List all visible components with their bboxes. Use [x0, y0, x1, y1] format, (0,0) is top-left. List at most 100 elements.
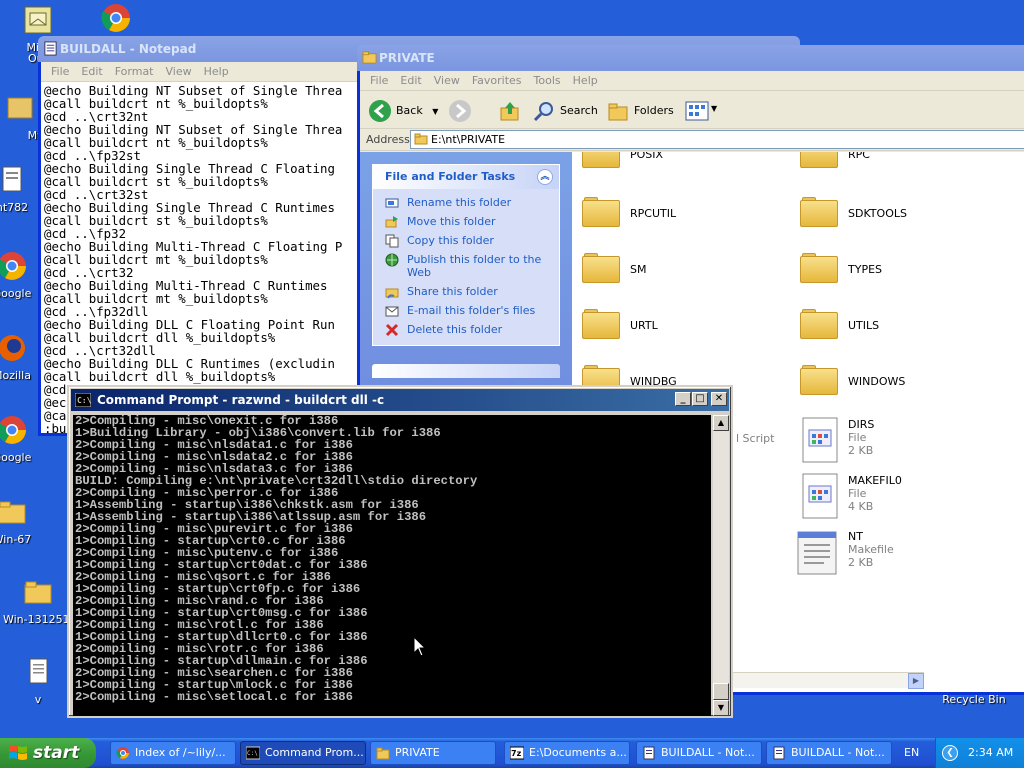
forward-arrow-icon[interactable]: [448, 99, 472, 123]
folder-item[interactable]: SDKTOOLS: [800, 197, 960, 237]
explorer-menubar: File Edit View Favorites Tools Help: [360, 71, 1024, 91]
file-item-makefil0[interactable]: MAKEFIL0 File 4 KB: [800, 472, 960, 522]
rename-icon: [385, 198, 399, 208]
menu-view[interactable]: View: [160, 65, 198, 78]
taskbar-item-label: BUILDALL - Not...: [791, 746, 885, 759]
menu-view[interactable]: View: [428, 74, 466, 87]
close-button[interactable]: ✕: [711, 392, 727, 406]
console-line: 2>Compiling - misc\setlocal.c for i386: [75, 690, 353, 704]
notepad-icon: [773, 746, 785, 760]
desktop-icon-google-chrome[interactable]: Google: [0, 250, 38, 300]
folder-item[interactable]: WINDOWS: [800, 365, 960, 405]
tasks-header[interactable]: File and Folder Tasks ︽: [373, 165, 559, 189]
scroll-down-arrow-icon[interactable]: ▼: [713, 700, 729, 716]
item-name: POSIX: [630, 152, 664, 161]
explorer-title-bar[interactable]: PRIVATE: [357, 45, 1024, 71]
folder-item[interactable]: URTL: [582, 309, 742, 349]
desktop-icon-win67[interactable]: Win-67: [0, 496, 38, 546]
task-label: E-mail this folder's files: [407, 304, 536, 317]
desktop-icon-label: Win-131251.: [2, 613, 74, 626]
desktop-icon-v[interactable]: v: [0, 656, 76, 706]
clock[interactable]: 2:34 AM: [968, 738, 1013, 768]
item-name: RPCUTIL: [630, 207, 677, 220]
menu-file[interactable]: File: [45, 65, 75, 78]
taskbar-item-notepad-1[interactable]: BUILDALL - Not...: [636, 741, 762, 765]
menu-help[interactable]: Help: [198, 65, 235, 78]
folder-item[interactable]: RPCUTIL: [582, 197, 742, 237]
item-name: SM: [630, 263, 647, 276]
folder-item[interactable]: UTILS: [800, 309, 960, 349]
start-label: start: [33, 743, 80, 763]
file-icon: [2, 166, 22, 192]
task-rename-folder[interactable]: Rename this folder: [373, 193, 559, 212]
collapse-chevron-icon[interactable]: ︽: [537, 169, 553, 185]
taskbar-item-private[interactable]: PRIVATE: [370, 741, 496, 765]
address-field[interactable]: E:\nt\PRIVATE: [410, 130, 1024, 149]
chevron-down-icon[interactable]: ▼: [432, 107, 438, 116]
menu-edit[interactable]: Edit: [394, 74, 427, 87]
tray-expand-icon[interactable]: ❮: [942, 745, 958, 761]
item-name: WINDOWS: [848, 375, 906, 388]
folder-icon: [362, 51, 377, 64]
desktop-icon-win131251[interactable]: Win-131251.: [0, 576, 76, 626]
language-indicator[interactable]: EN: [904, 738, 919, 768]
horizontal-scrollbar[interactable]: ▶: [732, 672, 924, 689]
scroll-up-arrow-icon[interactable]: ▲: [713, 415, 729, 431]
desktop-icon-mozilla[interactable]: Mozilla: [0, 332, 38, 382]
minimize-button[interactable]: _: [675, 392, 691, 406]
menu-edit[interactable]: Edit: [75, 65, 108, 78]
desktop-icon-label: Google: [0, 287, 32, 300]
scroll-right-arrow-icon[interactable]: ▶: [908, 673, 924, 689]
taskbar-item-command-prompt[interactable]: C:\ Command Prom...: [240, 741, 366, 765]
file-item-dirs[interactable]: DIRS File 2 KB: [800, 416, 960, 466]
chrome-icon: [116, 747, 129, 759]
item-name: URTL: [630, 319, 658, 332]
task-share-folder[interactable]: Share this folder: [373, 282, 559, 301]
taskbar-item-chrome[interactable]: Index of /~lily/...: [110, 741, 236, 765]
folder-item[interactable]: SM: [582, 253, 742, 293]
other-places-panel-header[interactable]: [372, 364, 560, 378]
task-move-folder[interactable]: Move this folder: [373, 212, 559, 231]
maximize-button[interactable]: □: [692, 392, 708, 406]
taskbar: start Index of /~lily/... C:\ Command Pr…: [0, 738, 1024, 768]
folder-item[interactable]: POSIX: [582, 152, 742, 182]
desktop-icon-chrome[interactable]: [78, 2, 154, 39]
item-name: NT: [848, 530, 863, 543]
back-label: Back: [396, 104, 423, 117]
menu-favorites[interactable]: Favorites: [466, 74, 528, 87]
outlook-icon: [24, 6, 52, 34]
folder-item[interactable]: RPC: [800, 152, 960, 182]
vertical-scrollbar[interactable]: ▲ ▼: [713, 415, 729, 716]
up-folder-icon[interactable]: [498, 99, 522, 123]
search-button[interactable]: Search: [532, 99, 598, 123]
task-delete-folder[interactable]: Delete this folder: [373, 320, 559, 339]
desktop-icon-nt782[interactable]: nt782: [0, 164, 38, 214]
views-button[interactable]: ▼: [685, 100, 721, 122]
taskbar-item-notepad-2[interactable]: BUILDALL - Not...: [766, 741, 892, 765]
cmd-title-bar[interactable]: C:\ Command Prompt - razwnd - buildcrt d…: [71, 389, 729, 411]
item-name: UTILS: [848, 319, 880, 332]
views-icon: [685, 101, 709, 121]
scroll-thumb[interactable]: [713, 683, 729, 700]
start-button[interactable]: start: [0, 738, 96, 768]
console-output[interactable]: 2>Compiling - misc\onexit.c for i386 1>Bu…: [73, 415, 711, 716]
back-button[interactable]: Back ▼: [368, 99, 438, 123]
task-label: Copy this folder: [407, 234, 494, 247]
taskbar-item-7zip[interactable]: 7z E:\Documents a...: [504, 741, 630, 765]
folder-item[interactable]: TYPES: [800, 253, 960, 293]
command-prompt-window[interactable]: C:\ Command Prompt - razwnd - buildcrt d…: [67, 385, 733, 718]
menu-tools[interactable]: Tools: [528, 74, 567, 87]
task-label: Web: [407, 266, 431, 279]
chevron-down-icon: ▼: [711, 104, 718, 113]
file-item-nt[interactable]: NT Makefile 2 KB: [796, 528, 956, 578]
menu-format[interactable]: Format: [109, 65, 160, 78]
menu-help[interactable]: Help: [567, 74, 604, 87]
text-file-icon: [29, 658, 48, 684]
folders-button[interactable]: Folders: [606, 99, 674, 123]
task-copy-folder[interactable]: Copy this folder: [373, 231, 559, 250]
task-email-files[interactable]: E-mail this folder's files: [373, 301, 559, 320]
folder-icon: [582, 152, 620, 168]
desktop-icon-google-2[interactable]: Google: [0, 414, 38, 464]
task-publish-web[interactable]: Publish this folder to the Web: [373, 250, 559, 282]
menu-file[interactable]: File: [364, 74, 394, 87]
